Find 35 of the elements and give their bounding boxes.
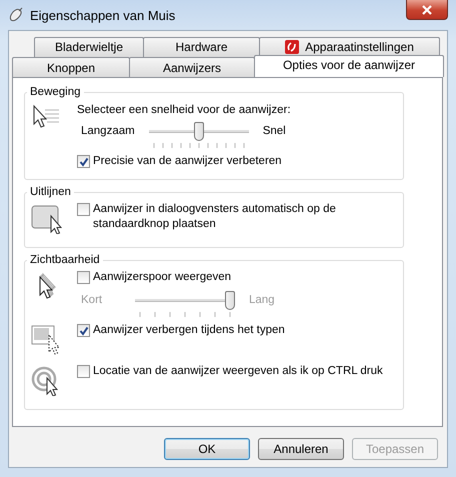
tab[interactable]: Aanwijzers xyxy=(129,57,255,77)
section-title: Zichtbaarheid xyxy=(29,254,101,266)
checkbox[interactable] xyxy=(77,324,90,337)
slider-min-label: Kort xyxy=(81,293,104,306)
prompt-text: Selecteer een snelheid voor de aanwijzer: xyxy=(77,103,292,116)
tab[interactable]: Opties voor de aanwijzer xyxy=(254,55,444,77)
close-icon xyxy=(422,4,432,14)
tab[interactable]: Bladerwieltje xyxy=(34,37,144,57)
checkbox-label: Aanwijzer in dialoogvensters automatisch op de standaardknop plaatsen xyxy=(93,202,337,232)
slider-max-label: Snel xyxy=(262,124,287,137)
pointer-speed-icon xyxy=(31,104,61,130)
section-title: Uitlijnen xyxy=(29,186,72,198)
window-title: Eigenschappen van Muis xyxy=(30,8,176,22)
slider-min-label: Langzaam xyxy=(81,124,135,137)
dialog-button[interactable]: Annuleren xyxy=(258,438,344,460)
slider-thumb[interactable] xyxy=(194,122,204,141)
checkbox-label: Precisie van de aanwijzer verbeteren xyxy=(93,154,282,169)
mouse-icon xyxy=(8,7,24,23)
button-pointer-icon xyxy=(31,204,65,234)
checkbox[interactable] xyxy=(77,365,90,378)
checkbox-label: Aanwijzer verbergen tijdens het typen xyxy=(93,323,285,338)
checkbox[interactable] xyxy=(77,203,90,216)
checkbox[interactable] xyxy=(77,155,90,168)
tab[interactable]: Hardware xyxy=(143,37,260,57)
dialog-button[interactable]: OK xyxy=(164,438,250,460)
tab[interactable]: Apparaatinstellingen xyxy=(259,37,440,57)
slider-track[interactable] xyxy=(148,122,249,148)
checkbox-label: Aanwijzerspoor weergeven xyxy=(93,270,232,285)
checkbox[interactable] xyxy=(77,271,90,284)
tab[interactable]: Knoppen xyxy=(12,57,130,77)
slider-max-label: Lang xyxy=(249,293,276,306)
device-icon xyxy=(285,40,300,54)
section-title: Beweging xyxy=(29,86,82,98)
checkbox-label: Locatie van de aanwijzer weergeven als ik op CTRL druk xyxy=(93,364,383,379)
close-button[interactable] xyxy=(406,0,448,20)
